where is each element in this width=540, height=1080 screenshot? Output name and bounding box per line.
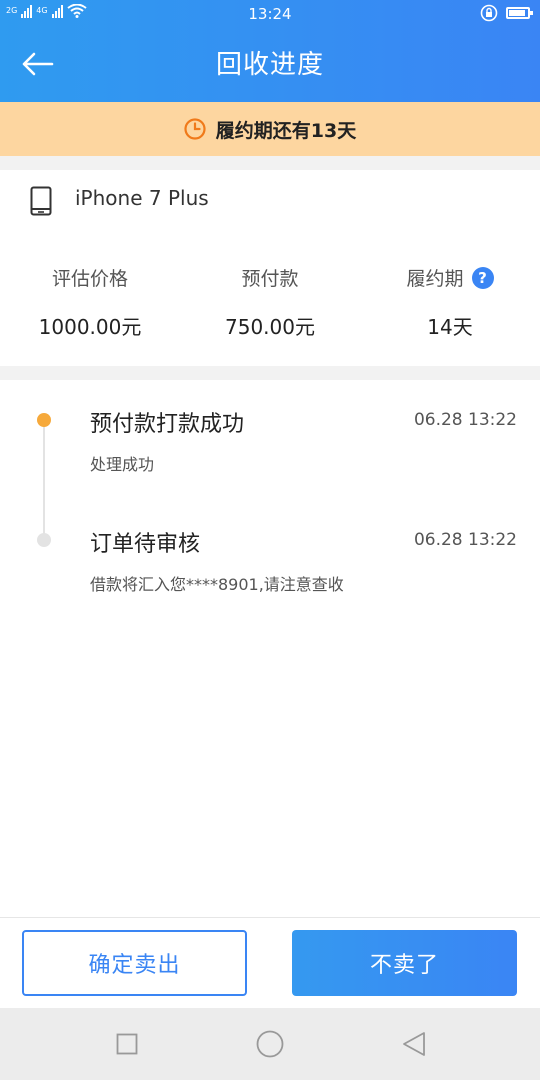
- progress-timeline: [0, 380, 540, 917]
- stat-estimate: 评估价格 1000.00元: [0, 264, 180, 340]
- timeline-time: 06.28 13:22: [413, 530, 517, 550]
- battery-icon: [506, 7, 533, 19]
- header: 2G 4G 13:24 回收进度: [0, 0, 540, 102]
- lock-rotation-icon: [480, 4, 498, 22]
- status-right: [480, 4, 533, 22]
- stat-label-row: 履约期 ?: [406, 264, 494, 291]
- page-title: 回收进度: [215, 50, 324, 80]
- home-button[interactable]: [248, 1022, 292, 1066]
- stat-label: 预付款: [241, 268, 299, 290]
- clock-icon: [184, 118, 206, 140]
- confirm-sell-button[interactable]: 确定卖出: [22, 930, 247, 996]
- triangle-back-icon: [403, 1032, 425, 1056]
- cancel-sell-button[interactable]: 不卖了: [292, 930, 517, 996]
- status-bar: 2G 4G 13:24: [0, 0, 540, 28]
- stat-prepayment: 预付款 750.00元: [180, 264, 360, 340]
- stat-value: 14天: [427, 315, 473, 339]
- stat-label: 履约期: [406, 268, 464, 290]
- device-name: iPhone 7 Plus: [75, 186, 209, 210]
- timeline-dot-active: [37, 413, 51, 427]
- timeline-title: 预付款打款成功: [90, 412, 245, 437]
- status-time: 13:24: [248, 5, 292, 23]
- stat-value: 750.00元: [225, 315, 315, 339]
- timeline-line: [43, 420, 45, 540]
- question-icon[interactable]: ?: [471, 266, 494, 289]
- timeline-desc: 处理成功: [90, 455, 155, 474]
- stat-label: 评估价格: [51, 268, 128, 290]
- back-nav-button[interactable]: [392, 1022, 436, 1066]
- timeline-time: 06.28 13:22: [413, 410, 517, 430]
- recycle-progress-screen: 2G 4G 13:24 回收进度 履约期还有13天 iPhone 7 Plus …: [0, 0, 540, 1080]
- recents-button[interactable]: [105, 1022, 149, 1066]
- square-icon: [116, 1033, 138, 1055]
- timeline-dot-inactive: [37, 533, 51, 547]
- timeline-desc: 借款将汇入您****8901,请注意查收: [90, 575, 344, 594]
- phone-icon: [30, 186, 52, 216]
- banner-text: 履约期还有13天: [215, 119, 357, 142]
- stat-value: 1000.00元: [38, 315, 142, 339]
- circle-icon: [256, 1030, 284, 1058]
- deadline-banner: 履约期还有13天: [0, 102, 540, 156]
- stat-term: 履约期 ? 14天: [360, 264, 540, 340]
- timeline-title: 订单待审核: [90, 532, 201, 557]
